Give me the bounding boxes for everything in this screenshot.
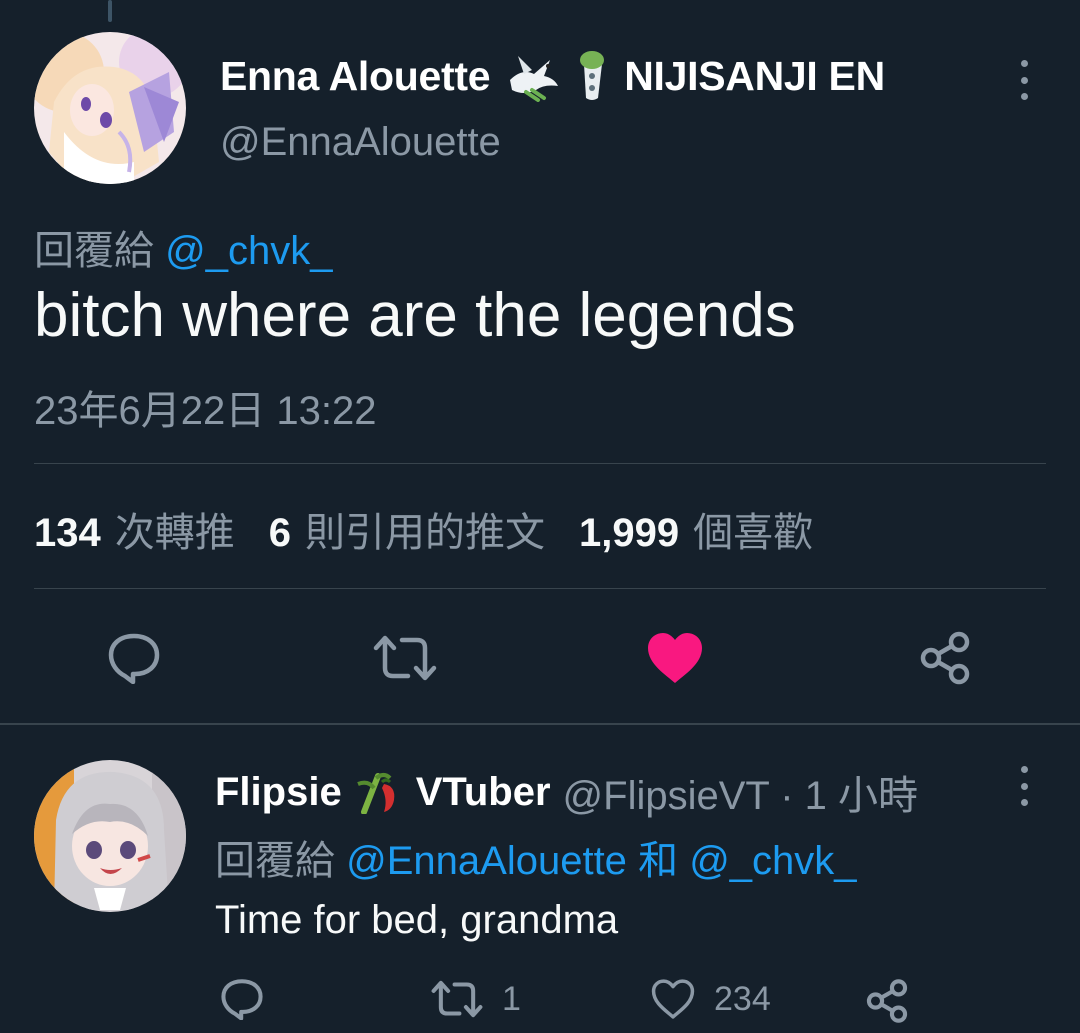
bamboo-pepper-icon xyxy=(354,770,404,814)
like-icon xyxy=(651,979,695,1019)
author-handle[interactable]: @EnnaAlouette xyxy=(220,120,501,165)
like-button[interactable] xyxy=(644,628,706,688)
mention-link[interactable]: @_chvk_ xyxy=(165,229,332,273)
divider xyxy=(34,588,1046,589)
dove-icon xyxy=(504,50,560,102)
replying-to-label: 回覆給 xyxy=(34,229,154,273)
replying-to-label: 回覆給 xyxy=(215,839,335,883)
like-stat[interactable]: 1,999 個喜歡 xyxy=(579,500,813,558)
divider xyxy=(0,723,1080,725)
reply-replying-to: 回覆給 @EnnaAlouette 和 @_chvk_ xyxy=(215,828,857,886)
share-icon xyxy=(920,631,970,685)
like-icon xyxy=(648,633,702,683)
more-options-icon[interactable] xyxy=(1018,60,1030,100)
avatar[interactable] xyxy=(34,32,186,184)
retweet-label: 次轉推 xyxy=(114,511,235,555)
like-label: 個喜歡 xyxy=(693,511,814,555)
thread-line xyxy=(108,0,112,22)
reply-icon xyxy=(108,633,160,684)
display-name[interactable]: Enna Alouette xyxy=(220,53,491,100)
mention-link[interactable]: @_chvk_ xyxy=(689,839,856,883)
tweet-text: bitch where are the legends xyxy=(34,281,796,350)
reply-retweet-count: 1 xyxy=(502,979,521,1018)
like-count: 1,999 xyxy=(579,511,680,555)
display-name-suffix[interactable]: NIJISANJI EN xyxy=(624,53,885,100)
and-label: 和 xyxy=(638,839,679,883)
reply-retweet-button[interactable]: 1 xyxy=(430,978,521,1020)
reply-author-row[interactable]: Flipsie VTuber @FlipsieVT · 1 小時 xyxy=(215,763,918,821)
mention-link[interactable]: @EnnaAlouette xyxy=(346,839,627,883)
reply-display-name-suffix[interactable]: VTuber xyxy=(416,770,551,815)
tweet-author-name[interactable]: Enna Alouette NIJISANJI EN xyxy=(220,50,885,102)
quote-label: 則引用的推文 xyxy=(305,511,545,555)
replying-to: 回覆給 @_chvk_ xyxy=(34,218,332,276)
retweet-button[interactable] xyxy=(370,628,440,688)
tweet-stats: 134 次轉推 6 則引用的推文 1,999 個喜歡 xyxy=(34,500,847,558)
reply-reply-button[interactable] xyxy=(220,978,264,1020)
reply-icon xyxy=(221,979,263,1020)
retweet-stat[interactable]: 134 次轉推 xyxy=(34,500,235,558)
divider xyxy=(34,463,1046,464)
reply-handle-time[interactable]: @FlipsieVT · 1 小時 xyxy=(563,763,919,821)
quote-count: 6 xyxy=(268,511,291,555)
reply-like-count: 234 xyxy=(714,979,771,1018)
retweet-count: 134 xyxy=(34,511,101,555)
reply-avatar[interactable] xyxy=(34,760,186,912)
pea-pod-icon xyxy=(574,50,610,102)
share-icon xyxy=(866,979,908,1023)
quote-stat[interactable]: 6 則引用的推文 xyxy=(269,500,545,558)
retweet-icon xyxy=(373,635,437,681)
tweet-timestamp[interactable]: 23年6月22日 13:22 xyxy=(34,378,376,436)
reply-like-button[interactable]: 234 xyxy=(650,978,771,1020)
reply-button[interactable] xyxy=(104,628,164,688)
share-button[interactable] xyxy=(914,628,976,688)
retweet-icon xyxy=(431,980,483,1018)
reply-display-name[interactable]: Flipsie xyxy=(215,770,342,815)
reply-share-button[interactable] xyxy=(864,978,910,1024)
more-options-icon[interactable] xyxy=(1018,766,1030,806)
reply-text: Time for bed, grandma xyxy=(215,898,619,942)
